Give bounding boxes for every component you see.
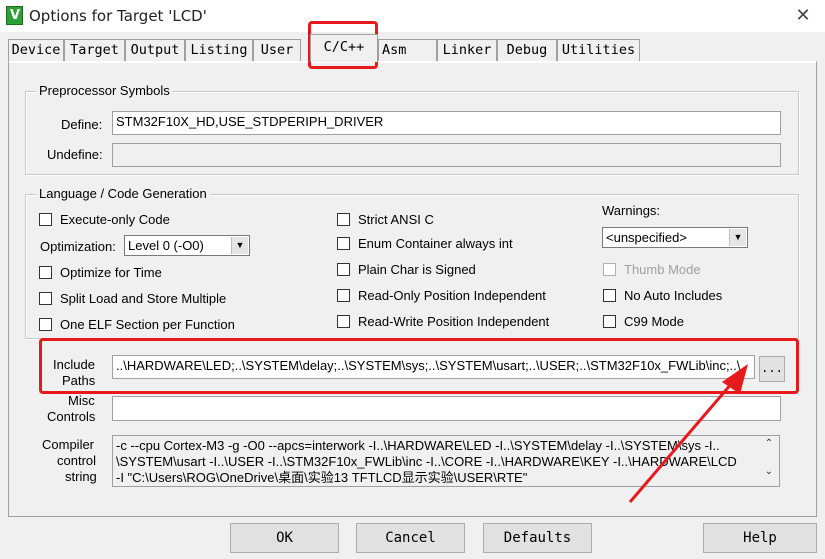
ok-button[interactable]: OK bbox=[230, 523, 339, 553]
window-title: Options for Target 'LCD' bbox=[29, 7, 207, 25]
chevron-down-icon: ▼ bbox=[729, 229, 746, 246]
undefine-input[interactable] bbox=[112, 143, 781, 167]
compiler-label-line1: Compiler bbox=[42, 437, 95, 452]
optimization-select[interactable]: Level 0 (-O0) ▼ bbox=[124, 235, 250, 256]
no-auto-includes-label: No Auto Includes bbox=[624, 287, 723, 303]
tab-utilities[interactable]: Utilities bbox=[557, 39, 640, 61]
one-elf-label: One ELF Section per Function bbox=[60, 316, 235, 332]
compiler-label-line3: string bbox=[65, 469, 97, 484]
misc-label-line1: Misc bbox=[68, 393, 95, 408]
undefine-label: Undefine: bbox=[47, 147, 103, 162]
split-load-label: Split Load and Store Multiple bbox=[60, 290, 227, 306]
checkbox-box bbox=[603, 314, 616, 328]
c99-mode-checkbox[interactable]: C99 Mode bbox=[603, 313, 684, 329]
tab-linker[interactable]: Linker bbox=[437, 39, 497, 61]
c99-mode-label: C99 Mode bbox=[624, 313, 684, 329]
cancel-button[interactable]: Cancel bbox=[356, 523, 465, 553]
defaults-button[interactable]: Defaults bbox=[483, 523, 592, 553]
plain-char-label: Plain Char is Signed bbox=[358, 261, 476, 277]
rw-pi-label: Read-Write Position Independent bbox=[358, 313, 550, 329]
misc-label-line2: Controls bbox=[47, 409, 96, 424]
ro-pi-label: Read-Only Position Independent bbox=[358, 287, 546, 303]
strict-ansi-label: Strict ANSI C bbox=[358, 211, 434, 227]
scroll-down-icon[interactable]: ⌄ bbox=[759, 466, 779, 482]
close-icon[interactable]: ✕ bbox=[788, 4, 818, 28]
optimization-label: Optimization: bbox=[40, 239, 116, 254]
tab-device[interactable]: Device bbox=[8, 39, 64, 61]
checkbox-box bbox=[603, 262, 616, 276]
split-load-checkbox[interactable]: Split Load and Store Multiple bbox=[39, 290, 226, 306]
tab-listing[interactable]: Listing bbox=[185, 39, 253, 61]
ro-pi-checkbox[interactable]: Read-Only Position Independent bbox=[337, 287, 546, 303]
warnings-select[interactable]: <unspecified> ▼ bbox=[602, 227, 748, 248]
define-label: Define: bbox=[61, 117, 103, 132]
arrow-annotation bbox=[628, 364, 748, 503]
checkbox-box bbox=[337, 288, 350, 302]
one-elf-checkbox[interactable]: One ELF Section per Function bbox=[39, 316, 235, 332]
app-icon-letter: V bbox=[10, 8, 21, 23]
checkbox-box bbox=[39, 212, 52, 226]
strict-ansi-checkbox[interactable]: Strict ANSI C bbox=[337, 211, 434, 227]
arrow-shaft bbox=[628, 375, 740, 503]
scroll-up-icon[interactable]: ⌃ bbox=[759, 438, 779, 454]
checkbox-box bbox=[337, 236, 350, 250]
thumb-mode-label: Thumb Mode bbox=[624, 261, 701, 277]
enum-container-label: Enum Container always int bbox=[358, 235, 513, 251]
execute-only-label: Execute-only Code bbox=[60, 211, 170, 227]
optimize-time-checkbox[interactable]: Optimize for Time bbox=[39, 264, 162, 280]
checkbox-box bbox=[39, 291, 52, 305]
tab-debug[interactable]: Debug bbox=[497, 39, 557, 61]
keil-app-icon: V bbox=[6, 6, 23, 25]
tab-output[interactable]: Output bbox=[125, 39, 185, 61]
define-input[interactable]: STM32F10X_HD,USE_STDPERIPH_DRIVER bbox=[112, 111, 781, 135]
tab-asm[interactable]: Asm bbox=[378, 39, 437, 61]
optimize-time-label: Optimize for Time bbox=[60, 264, 162, 280]
compiler-label-line2: control bbox=[57, 453, 97, 468]
checkbox-box bbox=[337, 212, 350, 226]
chevron-down-icon: ▼ bbox=[231, 237, 248, 254]
checkbox-box bbox=[337, 314, 350, 328]
checkbox-box bbox=[39, 317, 52, 331]
enum-container-checkbox[interactable]: Enum Container always int bbox=[337, 235, 513, 251]
warnings-value: <unspecified> bbox=[606, 230, 687, 245]
plain-char-checkbox[interactable]: Plain Char is Signed bbox=[337, 261, 476, 277]
preprocessor-title: Preprocessor Symbols bbox=[36, 83, 173, 98]
optimization-value: Level 0 (-O0) bbox=[128, 238, 204, 253]
help-button[interactable]: Help bbox=[703, 523, 817, 553]
tab-target[interactable]: Target bbox=[64, 39, 125, 61]
thumb-mode-checkbox[interactable]: Thumb Mode bbox=[603, 261, 701, 277]
compiler-scrollbar[interactable]: ⌃ ⌄ bbox=[759, 436, 779, 486]
tab-c-cpp[interactable]: C/C++ bbox=[310, 34, 378, 62]
no-auto-includes-checkbox[interactable]: No Auto Includes bbox=[603, 287, 722, 303]
language-title: Language / Code Generation bbox=[36, 186, 210, 201]
checkbox-box bbox=[39, 265, 52, 279]
rw-pi-checkbox[interactable]: Read-Write Position Independent bbox=[337, 313, 549, 329]
tab-user[interactable]: User bbox=[253, 39, 301, 61]
execute-only-checkbox[interactable]: Execute-only Code bbox=[39, 211, 170, 227]
warnings-label: Warnings: bbox=[602, 203, 661, 218]
checkbox-box bbox=[337, 262, 350, 276]
checkbox-box bbox=[603, 288, 616, 302]
